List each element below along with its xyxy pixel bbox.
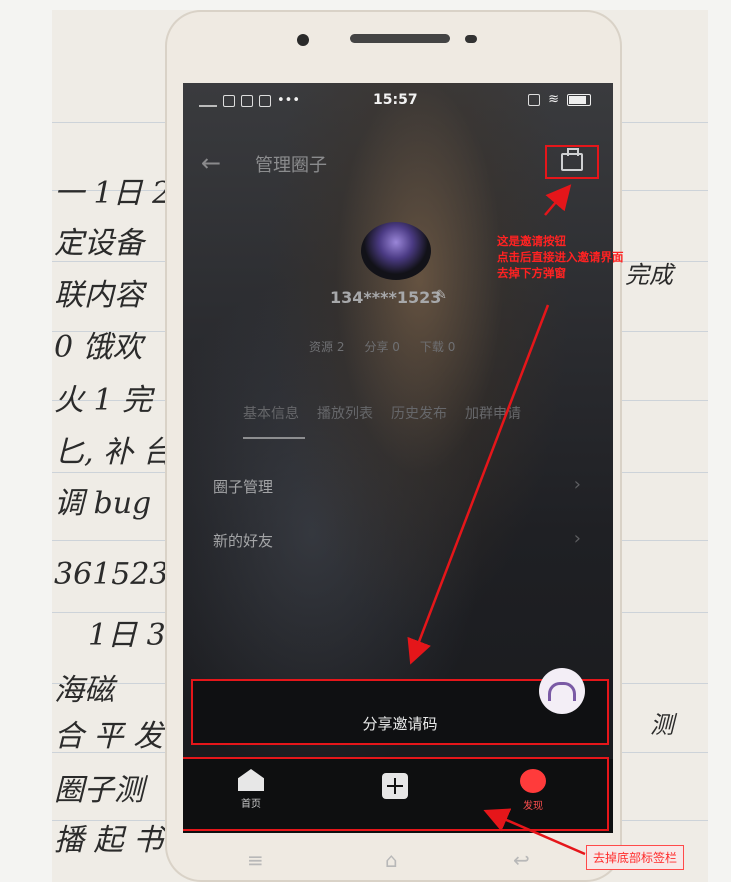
arrow-to-tab-bar xyxy=(483,808,586,856)
arrow-to-invite-button xyxy=(544,184,572,216)
invite-annotation: 这是邀请按钮 点击后直接进入邀请界面 去掉下方弹窗 xyxy=(497,233,624,281)
annotation-line: 去掉下方弹窗 xyxy=(497,266,566,280)
arrow-to-share-popup xyxy=(407,304,550,665)
annotation-arrows xyxy=(407,184,586,856)
annotation-line: 点击后直接进入邀请界面 xyxy=(497,250,624,264)
annotation-line: 这是邀请按钮 xyxy=(497,234,566,248)
bottom-tab-annotation: 去掉底部标签栏 xyxy=(586,845,685,870)
